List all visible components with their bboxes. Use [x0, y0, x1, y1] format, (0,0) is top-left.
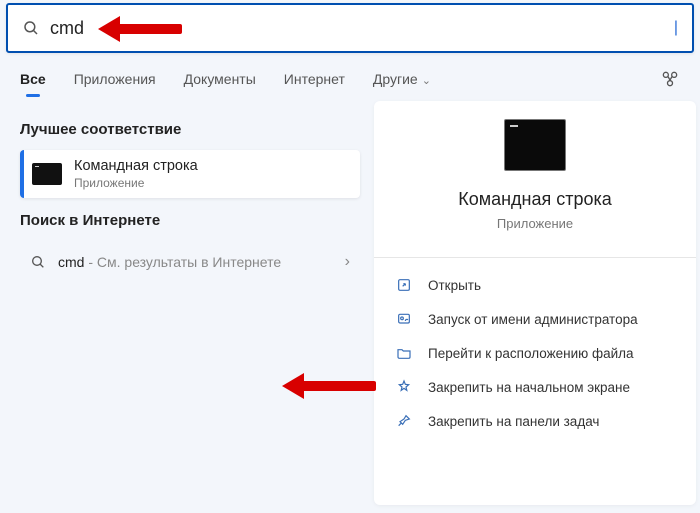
tab-documents[interactable]: Документы: [184, 71, 256, 87]
preview-panel: Командная строка Приложение Открыть Запу…: [374, 101, 696, 505]
action-pin-start-label: Закрепить на начальном экране: [428, 380, 630, 395]
results-panel: Лучшее соответствие Командная строка При…: [0, 99, 370, 505]
tab-other[interactable]: Другие ⌄: [373, 71, 431, 87]
tabs-bar: Все Приложения Документы Интернет Другие…: [0, 53, 700, 99]
cmd-thumb-icon: [32, 163, 62, 185]
search-icon: [22, 19, 40, 37]
action-open[interactable]: Открыть: [388, 268, 682, 302]
preview-app-icon: [504, 119, 566, 171]
folder-icon: [394, 345, 414, 361]
pin-icon: [394, 413, 414, 429]
action-pin-taskbar[interactable]: Закрепить на панели задач: [388, 404, 682, 438]
chevron-right-icon: ›: [345, 253, 350, 271]
action-run-admin-label: Запуск от имени администратора: [428, 312, 638, 327]
text-caret: |: [674, 19, 678, 37]
action-run-admin[interactable]: Запуск от имени администратора: [388, 302, 682, 336]
result-title: Командная строка: [74, 158, 198, 174]
tab-other-label: Другие: [373, 71, 418, 87]
shield-icon: [394, 311, 414, 327]
web-search-label: Поиск в Интернете: [20, 212, 366, 229]
pin-start-icon: [394, 379, 414, 395]
search-icon: [30, 254, 46, 270]
settings-icon[interactable]: [660, 69, 680, 89]
tab-all[interactable]: Все: [20, 71, 46, 87]
chevron-down-icon: ⌄: [422, 75, 431, 87]
web-result-text: cmd - См. результаты в Интернете: [58, 254, 281, 270]
action-pin-start[interactable]: Закрепить на начальном экране: [388, 370, 682, 404]
divider: [374, 257, 696, 258]
search-input[interactable]: cmd: [50, 18, 676, 39]
action-pin-taskbar-label: Закрепить на панели задач: [428, 414, 599, 429]
open-icon: [394, 277, 414, 293]
best-match-label: Лучшее соответствие: [20, 121, 366, 138]
tab-apps[interactable]: Приложения: [74, 71, 156, 87]
result-subtitle: Приложение: [74, 176, 198, 190]
web-suffix: - См. результаты в Интернете: [84, 254, 281, 270]
preview-subtitle: Приложение: [497, 216, 573, 231]
best-match-result[interactable]: Командная строка Приложение: [20, 150, 360, 198]
preview-title: Командная строка: [458, 189, 612, 210]
actions-list: Открыть Запуск от имени администратора П…: [374, 264, 696, 442]
web-search-result[interactable]: cmd - См. результаты в Интернете ›: [20, 241, 360, 283]
action-open-location[interactable]: Перейти к расположению файла: [388, 336, 682, 370]
action-open-label: Открыть: [428, 278, 481, 293]
search-bar[interactable]: cmd|: [6, 3, 694, 53]
tab-internet[interactable]: Интернет: [284, 71, 345, 87]
web-query: cmd: [58, 254, 84, 270]
action-open-location-label: Перейти к расположению файла: [428, 346, 634, 361]
